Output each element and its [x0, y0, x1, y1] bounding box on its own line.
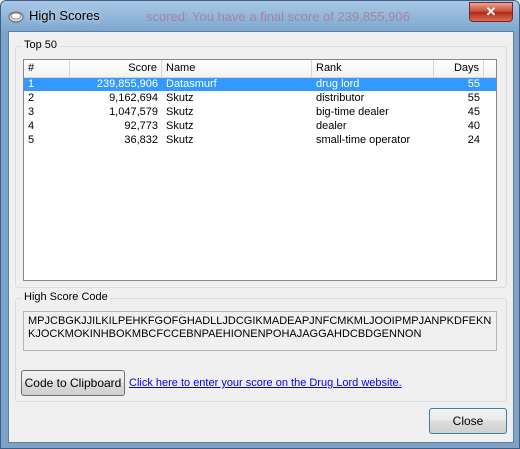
top50-group: Top 50 # Score Name Rank Days 1 239,855,…: [15, 39, 507, 288]
cell-number: 2: [28, 92, 35, 104]
column-header-score[interactable]: Score: [70, 60, 162, 77]
window-title: High Scores: [29, 8, 100, 23]
code-group-label: High Score Code: [22, 291, 110, 303]
table-row[interactable]: 4 92,773 Skutz dealer 40: [24, 120, 496, 133]
cell-rank: distributor: [316, 92, 365, 104]
cell-number: 4: [28, 120, 35, 132]
ghost-status-text: scored: You have a final score of 239,85…: [146, 9, 410, 24]
high-score-code-field[interactable]: MPJCBGKJJILKILPEHKFGOFGHADLLJDCGIKMADEAP…: [23, 311, 497, 351]
dialog-client-area: Top 50 # Score Name Rank Days 1 239,855,…: [8, 31, 514, 443]
column-header-name[interactable]: Name: [162, 60, 312, 77]
cell-score: 1,047,579: [109, 106, 158, 118]
table-row[interactable]: 1 239,855,906 Datasmurf drug lord 55: [24, 78, 496, 91]
cell-number: 1: [28, 78, 35, 90]
column-header-number[interactable]: #: [24, 60, 70, 77]
cell-number: 5: [28, 134, 35, 146]
high-scores-window: High Scores scored: You have a final sco…: [0, 0, 520, 449]
table-row[interactable]: 3 1,047,579 Skutz big-time dealer 45: [24, 106, 496, 119]
cell-score: 92,773: [124, 120, 158, 132]
cell-name: Skutz: [166, 106, 194, 118]
top50-group-label: Top 50: [22, 39, 60, 51]
cell-name: Skutz: [166, 120, 194, 132]
cell-rank: dealer: [316, 120, 347, 132]
cell-name: Datasmurf: [166, 78, 217, 90]
cell-score: 239,855,906: [96, 78, 158, 90]
close-button[interactable]: Close: [429, 408, 507, 434]
code-to-clipboard-button[interactable]: Code to Clipboard: [21, 370, 125, 396]
column-header-days[interactable]: Days: [434, 60, 484, 77]
table-row[interactable]: 5 36,832 Skutz small-time operator 24: [24, 134, 496, 147]
cell-name: Skutz: [166, 92, 194, 104]
cell-number: 3: [28, 106, 35, 118]
drug-lord-website-link[interactable]: Click here to enter your score on the Dr…: [129, 377, 402, 389]
cell-score: 9,162,694: [109, 92, 158, 104]
cell-score: 36,832: [124, 134, 158, 146]
cell-rank: drug lord: [316, 78, 360, 90]
cell-days: 40: [467, 120, 480, 132]
column-header-rank[interactable]: Rank: [312, 60, 434, 77]
cell-name: Skutz: [166, 134, 194, 146]
title-bar[interactable]: High Scores scored: You have a final sco…: [1, 1, 519, 31]
cell-days: 55: [467, 92, 480, 104]
cell-rank: small-time operator: [316, 134, 411, 146]
cell-days: 24: [467, 134, 480, 146]
table-row[interactable]: 2 9,162,694 Skutz distributor 55: [24, 92, 496, 105]
cell-days: 45: [467, 106, 480, 118]
high-scores-list[interactable]: # Score Name Rank Days 1 239,855,906 Dat…: [23, 59, 497, 281]
cell-rank: big-time dealer: [316, 106, 389, 118]
list-header: # Score Name Rank Days: [24, 60, 496, 78]
cell-days: 55: [467, 78, 480, 90]
window-close-icon[interactable]: ✕: [469, 2, 513, 22]
app-icon: [8, 11, 24, 23]
